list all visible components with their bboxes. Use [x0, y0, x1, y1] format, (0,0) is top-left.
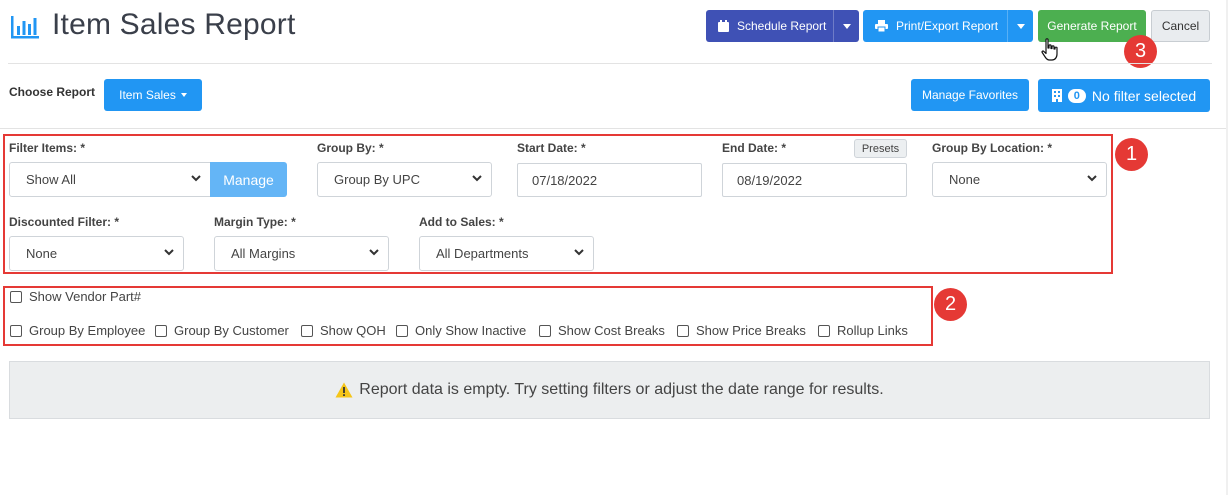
group-by-employee-checkbox[interactable]: Group By Employee	[10, 323, 145, 338]
start-date-label: Start Date: *	[517, 141, 586, 155]
checkbox-box[interactable]	[818, 324, 830, 337]
chevron-down-icon	[164, 249, 174, 256]
cancel-button[interactable]: Cancel	[1151, 10, 1210, 42]
printer-icon	[875, 20, 888, 32]
schedule-report-main[interactable]: Schedule Report	[706, 10, 833, 42]
show-cost-breaks-label: Show Cost Breaks	[558, 323, 665, 338]
manage-favorites-button[interactable]: Manage Favorites	[911, 79, 1029, 111]
empty-report-message: Report data is empty. Try setting filter…	[9, 361, 1210, 419]
show-qoh-checkbox[interactable]: Show QOH	[301, 323, 386, 338]
calendar-icon	[718, 20, 729, 32]
show-cost-breaks-checkbox[interactable]: Show Cost Breaks	[539, 323, 665, 338]
chevron-down-icon	[180, 93, 187, 97]
report-type-dropdown[interactable]: Item Sales	[104, 79, 202, 111]
print-export-button[interactable]: Print/Export Report	[863, 10, 1033, 42]
checkbox-box[interactable]	[10, 290, 22, 303]
header-divider	[8, 63, 1212, 64]
discounted-filter-label: Discounted Filter: *	[9, 215, 120, 229]
group-by-location-value: None	[949, 172, 981, 187]
chevron-down-icon	[842, 23, 851, 29]
margin-type-value: All Margins	[231, 246, 296, 261]
filter-count-badge: 0	[1067, 88, 1086, 103]
group-by-location-select[interactable]: None	[932, 162, 1107, 197]
group-by-select[interactable]: Group By UPC	[317, 162, 492, 197]
start-date-input[interactable]: 07/18/2022	[517, 163, 702, 197]
schedule-report-button[interactable]: Schedule Report	[706, 10, 859, 42]
show-price-breaks-checkbox[interactable]: Show Price Breaks	[677, 323, 806, 338]
end-date-label: End Date: *	[722, 141, 787, 155]
rollup-links-checkbox[interactable]: Rollup Links	[818, 323, 908, 338]
manage-filter-button[interactable]: Manage	[210, 162, 287, 197]
discounted-filter-select[interactable]: None	[9, 236, 184, 271]
chevron-down-icon	[191, 175, 201, 182]
end-date-input[interactable]: 08/19/2022	[722, 163, 907, 197]
annotation-badge-1: 1	[1115, 138, 1148, 171]
date-presets-button[interactable]: Presets	[854, 139, 907, 158]
checkbox-box[interactable]	[301, 324, 313, 337]
checkbox-box[interactable]	[155, 324, 167, 337]
annotation-badge-2: 2	[934, 288, 967, 321]
add-to-sales-label: Add to Sales: *	[419, 215, 504, 229]
chevron-down-icon	[1016, 23, 1025, 29]
group-by-customer-label: Group By Customer	[174, 323, 289, 338]
chevron-down-icon	[574, 249, 584, 256]
filter-items-label: Filter Items: *	[9, 141, 86, 155]
choose-report-label: Choose Report	[9, 85, 96, 99]
add-to-sales-select[interactable]: All Departments	[419, 236, 594, 271]
page-title: Item Sales Report	[52, 8, 296, 41]
only-show-inactive-label: Only Show Inactive	[415, 323, 527, 338]
chevron-down-icon	[472, 175, 482, 182]
checkbox-box[interactable]	[677, 324, 689, 337]
checkbox-box[interactable]	[10, 324, 22, 337]
show-price-breaks-label: Show Price Breaks	[696, 323, 806, 338]
schedule-report-label: Schedule Report	[737, 19, 827, 33]
only-show-inactive-checkbox[interactable]: Only Show Inactive	[396, 323, 526, 338]
group-by-value: Group By UPC	[334, 172, 420, 187]
group-by-label: Group By: *	[317, 141, 384, 155]
print-export-label: Print/Export Report	[896, 19, 999, 33]
show-vendor-part-label: Show Vendor Part#	[29, 289, 142, 304]
print-export-main[interactable]: Print/Export Report	[863, 10, 1007, 42]
group-by-employee-label: Group By Employee	[29, 323, 146, 338]
margin-type-select[interactable]: All Margins	[214, 236, 389, 271]
print-dropdown-toggle[interactable]	[1007, 10, 1033, 42]
discounted-filter-value: None	[26, 246, 58, 261]
checkbox-box[interactable]	[539, 324, 551, 337]
warning-icon	[335, 382, 353, 398]
bar-chart-icon	[10, 12, 40, 40]
filter-selection-label: No filter selected	[1091, 87, 1197, 104]
filter-items-value: Show All	[26, 172, 76, 187]
filter-selection-button[interactable]: 0 No filter selected	[1038, 79, 1210, 112]
margin-type-label: Margin Type: *	[214, 215, 296, 229]
rollup-links-label: Rollup Links	[837, 323, 908, 338]
pointer-cursor-icon	[1040, 38, 1060, 65]
show-vendor-part-checkbox[interactable]: Show Vendor Part#	[10, 289, 141, 304]
show-qoh-label: Show QOH	[320, 323, 386, 338]
chevron-down-icon	[1087, 175, 1097, 182]
add-to-sales-value: All Departments	[436, 246, 529, 261]
empty-report-text: Report data is empty. Try setting filter…	[359, 381, 884, 398]
checkbox-box[interactable]	[396, 324, 408, 337]
group-by-customer-checkbox[interactable]: Group By Customer	[155, 323, 289, 338]
toolbar-divider	[0, 128, 1228, 129]
group-by-location-label: Group By Location: *	[932, 141, 1052, 155]
chevron-down-icon	[369, 249, 379, 256]
schedule-dropdown-toggle[interactable]	[833, 10, 859, 42]
filter-items-select[interactable]: Show All	[9, 162, 211, 197]
report-type-label: Item Sales	[119, 88, 176, 102]
building-icon	[1051, 89, 1062, 102]
